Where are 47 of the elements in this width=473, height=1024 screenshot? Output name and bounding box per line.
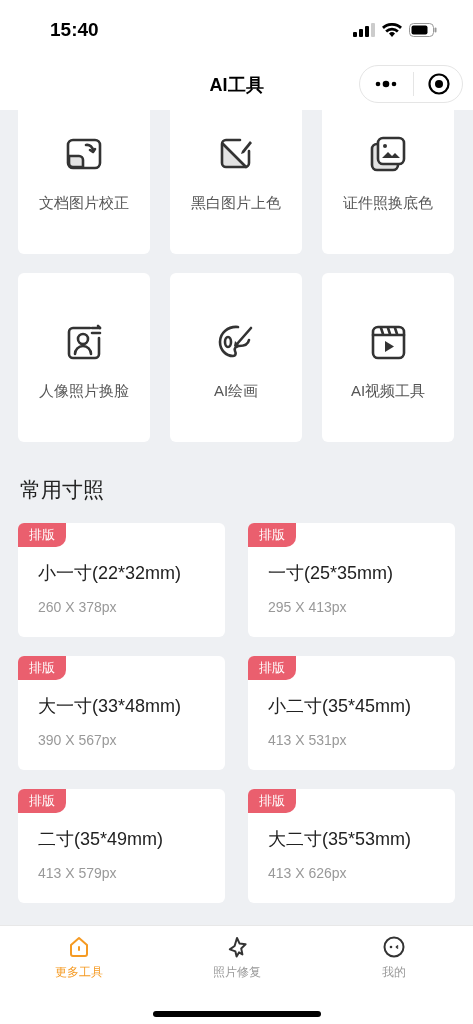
capsule-menu[interactable] [359,65,463,103]
size-name: 二寸(35*49mm) [38,828,164,851]
size-name: 小一寸(22*32mm) [38,562,182,585]
size-card[interactable]: 排版 大一寸(33*48mm) 390 X 567px [18,656,225,770]
tool-label: 黑白图片上色 [191,193,281,213]
layout-badge: 排版 [18,789,66,813]
layout-badge: 排版 [248,789,296,813]
layout-badge: 排版 [18,523,66,547]
pixel-size: 390 X 567px [38,731,117,750]
size-name: 一寸(25*35mm) [268,562,394,585]
pixel-size: 413 X 626px [268,864,347,883]
signal-icon [353,23,375,37]
size-card[interactable]: 排版 一寸(25*35mm) 295 X 413px [248,523,455,637]
tool-card[interactable]: 文档图片校正 [18,110,150,254]
layout-badge: 排版 [248,523,296,547]
tool-label: 文档图片校正 [39,193,129,213]
size-name: 小二寸(35*45mm) [268,695,412,718]
pixel-size: 260 X 378px [38,598,117,617]
section-title: 常用寸照 [19,477,105,503]
size-card[interactable]: 排版 小一寸(22*32mm) 260 X 378px [18,523,225,637]
status-time: 15:40 [50,17,99,42]
tool-card[interactable]: 黑白图片上色 [170,110,302,254]
face-icon [382,935,407,959]
page-title: AI工具 [209,73,264,97]
tool-label: 证件照换底色 [343,193,433,213]
wifi-icon [382,23,402,37]
size-card[interactable]: 排版 小二寸(35*45mm) 413 X 531px [248,656,455,770]
size-name: 大一寸(33*48mm) [38,695,182,718]
size-name: 大二寸(35*53mm) [268,828,412,851]
pixel-size: 413 X 579px [38,864,117,883]
layout-badge: 排版 [18,656,66,680]
image-stack-icon [368,134,408,174]
pixel-size: 413 X 531px [268,731,347,750]
layout-badge: 排版 [248,656,296,680]
size-card[interactable]: 排版 大二寸(35*53mm) 413 X 626px [248,789,455,903]
tool-label: 人像照片换脸 [39,381,129,401]
tool-label: AI绘画 [213,381,259,401]
pixel-size: 295 X 413px [268,598,347,617]
close-icon[interactable] [428,73,450,95]
more-icon[interactable] [375,80,397,88]
tool-card[interactable]: AI视频工具 [322,273,454,442]
size-card[interactable]: 排版 二寸(35*49mm) 413 X 579px [18,789,225,903]
battery-icon [409,23,437,37]
tool-label: AI视频工具 [350,381,426,401]
tool-card[interactable]: 证件照换底色 [322,110,454,254]
tool-card[interactable]: 人像照片换脸 [18,273,150,442]
tool-card[interactable]: AI绘画 [170,273,302,442]
